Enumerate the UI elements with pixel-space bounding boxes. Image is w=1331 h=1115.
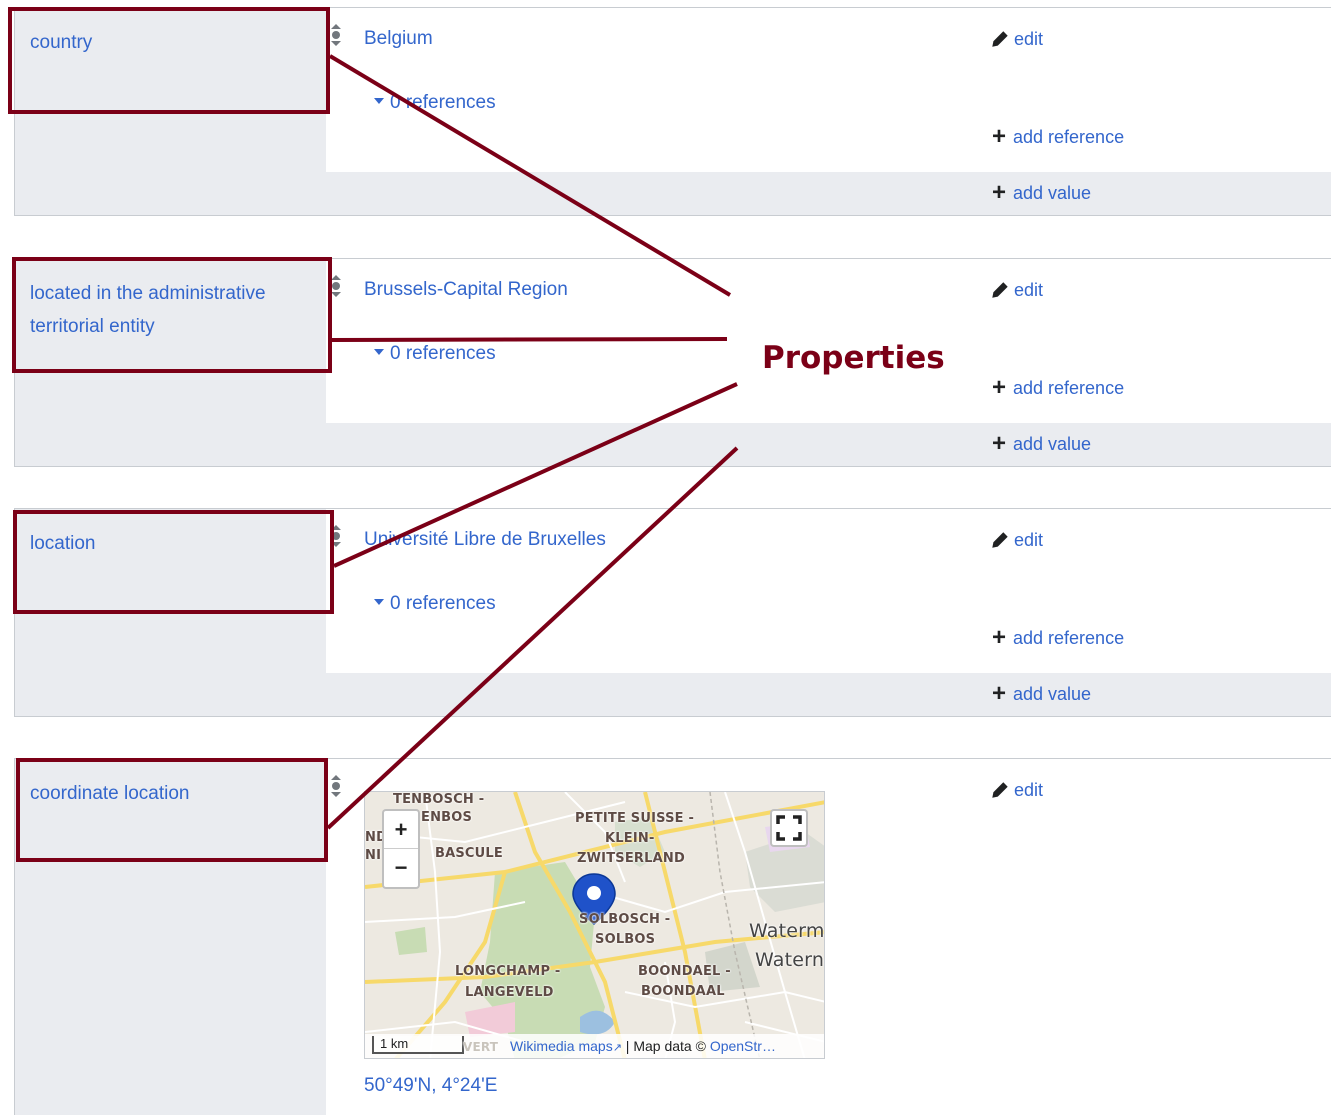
references-count: 0 references <box>390 593 496 614</box>
add-reference-button[interactable]: + add reference <box>991 124 1124 150</box>
annotation-box-located-in <box>12 257 332 373</box>
plus-icon: + <box>991 680 1006 707</box>
map-label: Waterm <box>749 920 825 942</box>
annotation-box-country <box>8 7 330 114</box>
map-label: BOONDAEL - <box>638 964 731 979</box>
add-value-button[interactable]: + add value <box>991 431 1091 457</box>
value-column: Université Libre de Bruxelles 0 referenc… <box>326 509 1331 716</box>
fullscreen-icon <box>776 815 802 841</box>
attribution-separator: | Map data © <box>621 1038 710 1054</box>
plus-icon: + <box>991 123 1006 150</box>
value-column: edit TENBOSCH - ENBOS ND NI BASCULE PETI… <box>326 759 1331 1115</box>
zoom-control: + − <box>382 809 420 889</box>
map-label: SOLBOSCH - <box>579 912 671 927</box>
plus-icon: + <box>991 430 1006 457</box>
rank-selector-icon[interactable] <box>331 275 341 297</box>
fullscreen-button[interactable] <box>770 809 808 847</box>
annotation-box-location <box>13 510 334 614</box>
map-label: PETITE SUISSE - <box>575 811 695 826</box>
add-reference-label: add reference <box>1013 628 1125 648</box>
plus-icon: + <box>991 179 1006 206</box>
map-label: BASCULE <box>435 846 503 861</box>
references-toggle[interactable]: 0 references <box>374 341 496 367</box>
pencil-icon <box>992 282 1008 298</box>
map-label: LONGCHAMP - <box>455 964 561 979</box>
pencil-icon <box>992 532 1008 548</box>
references-toggle[interactable]: 0 references <box>374 591 496 617</box>
edit-label: edit <box>1014 530 1044 550</box>
map-label: ENBOS <box>421 810 473 825</box>
value-link[interactable]: Université Libre de Bruxelles <box>364 527 606 553</box>
plus-icon: + <box>991 374 1006 401</box>
edit-label: edit <box>1014 780 1044 800</box>
map-label: LANGEVELD <box>465 985 554 1000</box>
value-column: Belgium 0 references edit + add reference… <box>326 8 1331 215</box>
annotation-box-coordinate-location <box>16 758 328 862</box>
add-value-button[interactable]: + add value <box>991 180 1091 206</box>
edit-label: edit <box>1014 29 1044 49</box>
edit-button[interactable]: edit <box>989 527 1043 553</box>
map-widget[interactable]: TENBOSCH - ENBOS ND NI BASCULE PETITE SU… <box>364 791 825 1059</box>
annotation-title: Properties <box>762 340 945 376</box>
zoom-out-button[interactable]: − <box>384 849 418 887</box>
map-label: BOONDAAL <box>641 984 725 999</box>
map-label: SOLBOS <box>595 932 656 947</box>
map-label: ZWITSERLAND <box>577 851 685 866</box>
rank-selector-icon[interactable] <box>331 24 341 46</box>
add-reference-button[interactable]: + add reference <box>991 375 1124 401</box>
external-link-icon: ↗ <box>612 1042 622 1054</box>
references-count: 0 references <box>390 343 496 364</box>
pencil-icon <box>992 782 1008 798</box>
attribution-text: Wikimedia maps↗ | Map data © OpenStr… <box>510 1034 776 1058</box>
value-link[interactable]: Belgium <box>364 26 433 52</box>
value-link[interactable]: Brussels-Capital Region <box>364 277 568 303</box>
plus-icon: + <box>991 624 1006 651</box>
add-value-bar: + add value <box>326 423 1331 466</box>
zoom-in-button[interactable]: + <box>384 811 418 849</box>
add-value-label: add value <box>1013 684 1092 704</box>
map-scale: 1 km <box>372 1036 464 1054</box>
add-value-button[interactable]: + add value <box>991 681 1091 707</box>
references-toggle[interactable]: 0 references <box>374 90 496 116</box>
pencil-icon <box>992 31 1008 47</box>
add-value-label: add value <box>1013 434 1092 454</box>
map-label: KLEIN- <box>605 831 655 846</box>
add-reference-button[interactable]: + add reference <box>991 625 1124 651</box>
map-label: Watern <box>755 949 825 971</box>
triangle-down-icon <box>374 348 384 355</box>
edit-label: edit <box>1014 280 1044 300</box>
wikimedia-maps-link[interactable]: Wikimedia maps <box>510 1038 613 1054</box>
rank-selector-icon[interactable] <box>331 775 341 797</box>
coordinates-link[interactable]: 50°49'N, 4°24'E <box>364 1073 497 1099</box>
edit-button[interactable]: edit <box>989 777 1043 803</box>
add-reference-label: add reference <box>1013 378 1125 398</box>
edit-button[interactable]: edit <box>989 26 1043 52</box>
add-value-bar: + add value <box>326 172 1331 215</box>
edit-button[interactable]: edit <box>989 277 1043 303</box>
map-label: VERT <box>463 1040 499 1054</box>
map-label: NI <box>365 848 382 863</box>
openstreetmap-link[interactable]: OpenStr… <box>710 1038 776 1054</box>
triangle-down-icon <box>374 97 384 104</box>
add-value-label: add value <box>1013 183 1092 203</box>
triangle-down-icon <box>374 598 384 605</box>
add-reference-label: add reference <box>1013 127 1125 147</box>
add-value-bar: + add value <box>326 673 1331 716</box>
references-count: 0 references <box>390 92 496 113</box>
map-attribution: 1 km VERT Wikimedia maps↗ | Map data © O… <box>365 1034 824 1058</box>
